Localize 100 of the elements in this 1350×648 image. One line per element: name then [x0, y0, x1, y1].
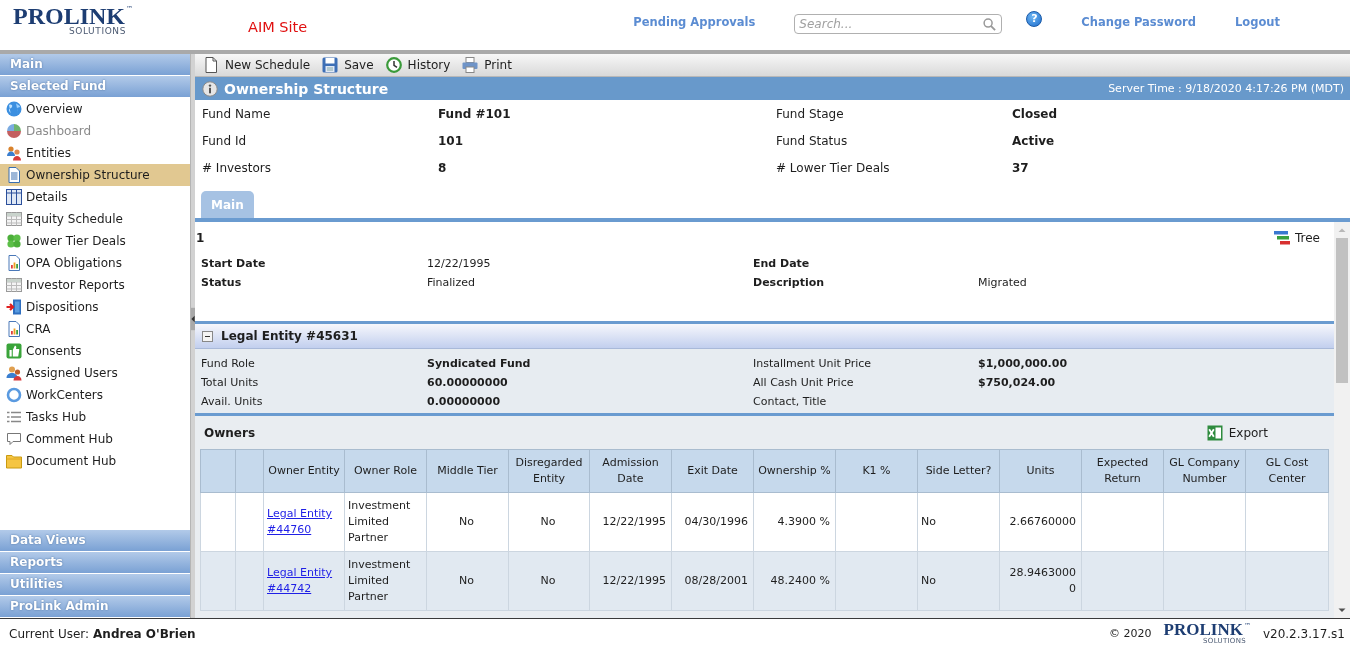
fund-info-label: Fund Id: [202, 133, 248, 148]
column-header: K1 %: [835, 449, 918, 493]
ring-icon: [6, 387, 22, 403]
table-cell: 4.3900 %: [777, 514, 830, 530]
table-cell: Investment Limited Partner: [348, 558, 411, 603]
site-name: AIM Site: [248, 19, 308, 35]
sidebar-item[interactable]: Consents: [0, 340, 190, 362]
field-value: 12/22/1995: [427, 257, 492, 270]
field-label: All Cash Unit Price: [753, 376, 855, 389]
logo-tagline: SOLUTIONS: [68, 27, 126, 36]
door-arrow-icon: [6, 299, 22, 315]
spreadsheet-grid-icon: [6, 277, 22, 293]
page-title: Ownership Structure: [224, 80, 389, 97]
field-value: $1,000,000.00: [978, 357, 1069, 370]
toolbar-button[interactable]: Print: [462, 57, 512, 73]
field-label: Total Units: [201, 376, 260, 389]
column-header: Middle Tier: [426, 449, 509, 493]
toolbar-button[interactable]: New Schedule: [203, 57, 311, 73]
sidebar-item[interactable]: Lower Tier Deals: [0, 230, 190, 252]
fund-info-label: Fund Name: [202, 106, 272, 121]
table-cell: 12/22/1995: [602, 573, 666, 589]
table-cell: No: [540, 515, 556, 528]
column-header: GL Company Number: [1163, 449, 1246, 493]
toolbar-button[interactable]: History: [385, 57, 451, 73]
fund-info-label: Fund Stage: [776, 106, 845, 121]
server-time: Server Time : 9/18/2020 4:17:26 PM (MDT): [1108, 82, 1344, 95]
fund-info-value: 8: [438, 160, 448, 175]
scrollbar-thumb[interactable]: [1336, 238, 1348, 383]
people-icon: [6, 365, 22, 381]
printer-icon: [462, 57, 479, 73]
collapse-icon[interactable]: [202, 330, 213, 342]
column-header: Admission Date: [589, 449, 672, 493]
info-icon: [202, 80, 218, 97]
spreadsheet-icon: [1206, 424, 1223, 441]
sidebar-item[interactable]: Document Hub: [0, 450, 190, 472]
sidebar-item[interactable]: Entities: [0, 142, 190, 164]
field-label: Installment Unit Price: [753, 357, 873, 370]
field-value: 60.00000000: [427, 376, 509, 389]
table-cell: No: [921, 515, 936, 528]
sidebar-item[interactable]: Investor Reports: [0, 274, 190, 296]
fund-info-label: # Lower Tier Deals: [776, 160, 891, 175]
fund-info-value: 101: [438, 133, 465, 148]
table-cell-text: 28.94630000: [1008, 565, 1076, 597]
field-label: Start Date: [201, 257, 267, 270]
copyright-text: © 2020: [1109, 627, 1152, 640]
sidebar-item[interactable]: WorkCenters: [0, 384, 190, 406]
stacked-bars-icon: [1274, 230, 1290, 246]
sidebar-item[interactable]: Equity Schedule: [0, 208, 190, 230]
export-button[interactable]: Export: [1206, 424, 1268, 441]
table-cell: 48.2400 %: [770, 573, 830, 589]
current-user-label: Current User:: [9, 626, 90, 641]
table-cell: 08/28/2001: [684, 573, 748, 589]
sidebar-item[interactable]: Ownership Structure: [0, 164, 190, 186]
sidebar-item[interactable]: Dispositions: [0, 296, 190, 318]
field-label: Fund Role: [201, 357, 256, 370]
toolbar-button[interactable]: Save: [322, 57, 374, 73]
sidebar-item[interactable]: Details: [0, 186, 190, 208]
fund-info-value: 37: [1012, 160, 1030, 175]
sidebar-item[interactable]: Comment Hub: [0, 428, 190, 450]
sidebar-item[interactable]: OPA Obligations: [0, 252, 190, 274]
scrollbar[interactable]: [1334, 222, 1350, 618]
sidebar-item[interactable]: Tasks Hub: [0, 406, 190, 428]
table-cell: No: [921, 574, 936, 587]
section-title: Owners: [204, 425, 256, 440]
speech-bubble-icon: [6, 431, 22, 447]
document-icon: [203, 57, 219, 73]
fund-info-value: Active: [1012, 133, 1056, 148]
chart-document-icon: [6, 255, 22, 271]
column-header: Disregarded Entity: [508, 449, 590, 493]
sidebar-item[interactable]: CRA: [0, 318, 190, 340]
field-label: End Date: [753, 257, 811, 270]
tree-button[interactable]: Tree: [1274, 230, 1320, 246]
field-value: 0.00000000: [427, 395, 502, 408]
field-label: Avail. Units: [201, 395, 264, 408]
search-field[interactable]: Search...: [794, 14, 1003, 34]
fund-info-value: Fund #101: [438, 106, 512, 121]
schedule-number: 1: [196, 231, 205, 245]
table-cell: No: [459, 574, 474, 587]
field-value: Syndicated Fund: [427, 357, 532, 370]
table-cell: Investment Limited Partner: [348, 499, 411, 544]
thumbs-up-icon: [6, 343, 22, 359]
sidebar-item[interactable]: Overview: [0, 98, 190, 120]
field-value: $750,024.00: [978, 376, 1057, 389]
column-header: Side Letter?: [917, 449, 1000, 493]
spreadsheet-grid-icon: [6, 211, 22, 227]
puzzle-icon: [6, 233, 22, 249]
fund-info-label: # Investors: [202, 160, 272, 175]
logo-text: PROLINK: [1163, 622, 1243, 638]
chart-document-icon: [6, 321, 22, 337]
table-cell: No: [459, 515, 474, 528]
document-icon: [6, 167, 22, 183]
column-header: Owner Role: [344, 449, 427, 493]
version-text: v20.2.3.17.s1: [1262, 626, 1345, 641]
table-cell: 12/22/1995: [602, 514, 666, 530]
list-icon: [6, 409, 22, 425]
field-value: Finalized: [427, 276, 476, 289]
people-icon: [6, 145, 22, 161]
table-cell: No: [540, 574, 556, 587]
sidebar-item[interactable]: Assigned Users: [0, 362, 190, 384]
field-label: Status: [201, 276, 243, 289]
